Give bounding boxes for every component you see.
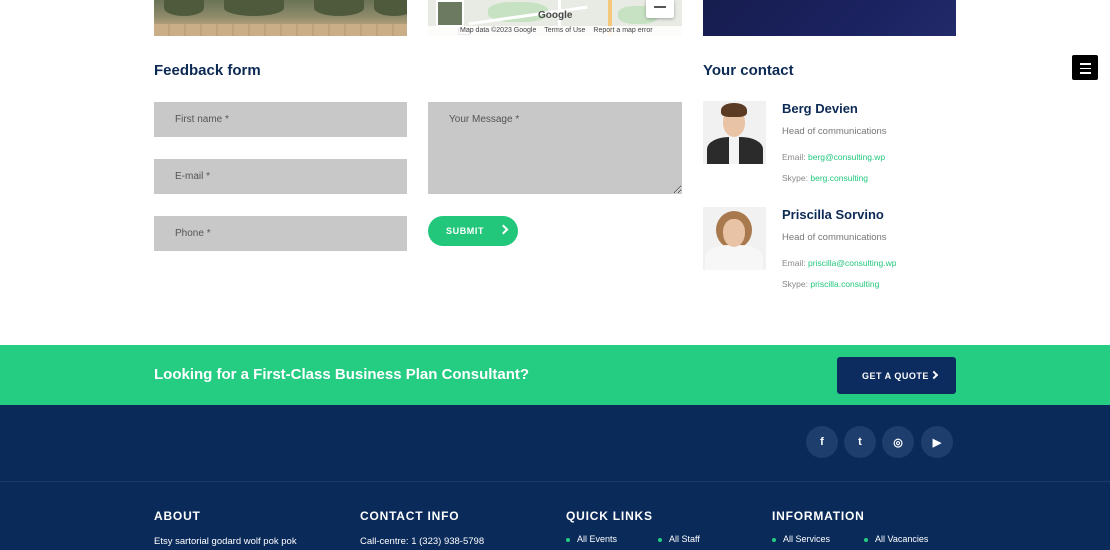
- email-label: Email:: [782, 152, 806, 162]
- cta-banner: Looking for a First-Class Business Plan …: [0, 345, 1110, 405]
- submit-button[interactable]: SUBMIT: [428, 216, 518, 246]
- email-link[interactable]: priscilla@consulting.wp: [808, 258, 896, 268]
- footer-link-all-vacancies[interactable]: All Vacancies: [864, 534, 928, 544]
- your-contact-title: Your contact: [703, 62, 794, 79]
- twitter-icon[interactable]: t: [844, 426, 876, 458]
- footer-divider: [0, 481, 1110, 482]
- skype-label: Skype:: [782, 279, 808, 289]
- footer-link-all-staff[interactable]: All Staff: [658, 534, 700, 544]
- contact-info-text: Call-centre: 1 (323) 938-5798: [360, 536, 485, 547]
- menu-icon: [1080, 63, 1091, 65]
- report-map-error-link[interactable]: Report a map error: [593, 27, 652, 34]
- contact-role: Head of communications: [782, 126, 887, 137]
- email-label: Email:: [782, 258, 806, 268]
- contact-email-line: Email: berg@consulting.wp: [782, 152, 885, 162]
- footer: f t ◎ ▶ ABOUT Etsy sartorial godard wolf…: [0, 405, 1110, 550]
- email-input[interactable]: [154, 159, 407, 194]
- message-textarea[interactable]: [428, 102, 682, 194]
- avatar: [703, 101, 766, 164]
- facebook-icon[interactable]: f: [806, 426, 838, 458]
- contact-role: Head of communications: [782, 232, 887, 243]
- street-view-thumbnail[interactable]: [436, 0, 464, 27]
- email-link[interactable]: berg@consulting.wp: [808, 152, 885, 162]
- chevron-right-icon: [498, 224, 509, 235]
- cta-text: Looking for a First-Class Business Plan …: [154, 366, 530, 383]
- contact-email-line: Email: priscilla@consulting.wp: [782, 258, 896, 268]
- skype-link[interactable]: priscilla.consulting: [810, 279, 879, 289]
- footer-link-all-services[interactable]: All Services: [772, 534, 830, 544]
- park-photo: [154, 0, 407, 36]
- google-logo: Google: [538, 10, 573, 21]
- instagram-icon[interactable]: ◎: [882, 426, 914, 458]
- page: Google Map data ©2023 Google Terms of Us…: [0, 0, 1110, 550]
- contact-info-title: CONTACT INFO: [360, 509, 460, 523]
- hamburger-menu-button[interactable]: [1071, 54, 1099, 81]
- skype-link[interactable]: berg.consulting: [810, 173, 868, 183]
- google-map[interactable]: Google Map data ©2023 Google Terms of Us…: [428, 0, 682, 36]
- get-a-quote-button[interactable]: GET A QUOTE: [837, 357, 956, 394]
- skype-label: Skype:: [782, 173, 808, 183]
- submit-button-label: SUBMIT: [446, 226, 485, 236]
- information-title: INFORMATION: [772, 509, 865, 523]
- zoom-out-button[interactable]: [646, 0, 674, 18]
- avatar: [703, 207, 766, 270]
- about-text: Etsy sartorial godard wolf pok pok: [154, 536, 297, 547]
- first-name-input[interactable]: [154, 102, 407, 137]
- quick-links-title: QUICK LINKS: [566, 509, 653, 523]
- terms-of-use-link[interactable]: Terms of Use: [544, 27, 585, 34]
- youtube-icon[interactable]: ▶: [921, 426, 953, 458]
- map-attribution: Map data ©2023 Google Terms of Use Repor…: [428, 26, 682, 36]
- map-data-text: Map data ©2023 Google: [460, 27, 537, 34]
- get-a-quote-label: GET A QUOTE: [862, 370, 929, 381]
- top-media-strip: Google Map data ©2023 Google Terms of Us…: [0, 0, 1110, 36]
- dark-banner-image: [703, 0, 956, 36]
- phone-input[interactable]: [154, 216, 407, 251]
- about-title: ABOUT: [154, 509, 201, 523]
- contact-name: Berg Devien: [782, 101, 858, 116]
- contact-skype-line: Skype: berg.consulting: [782, 173, 868, 183]
- footer-link-all-events[interactable]: All Events: [566, 534, 617, 544]
- feedback-form-title: Feedback form: [154, 62, 261, 79]
- contact-name: Priscilla Sorvino: [782, 207, 884, 222]
- chevron-right-icon: [929, 370, 939, 380]
- contact-skype-line: Skype: priscilla.consulting: [782, 279, 879, 289]
